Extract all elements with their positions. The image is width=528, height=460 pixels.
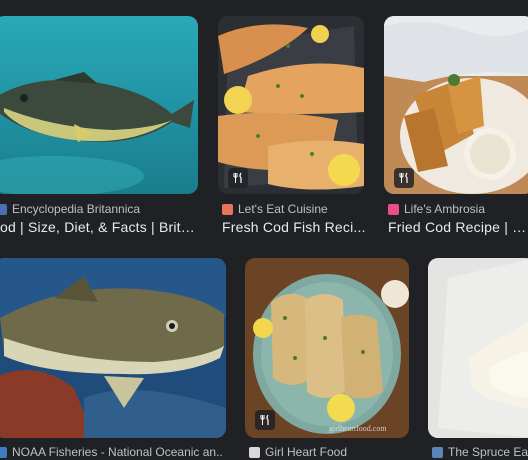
favicon-britannica (0, 203, 7, 215)
favicon-the-spruce-eats (432, 446, 443, 458)
recipe-badge (394, 168, 414, 188)
favicon-lifes-ambrosia (388, 203, 399, 215)
result-image-baked-cod[interactable] (218, 16, 364, 194)
favicon-lets-eat-cuisine (222, 203, 233, 215)
result-image-fried-cod[interactable] (384, 16, 528, 194)
image-watermark: girlheartfood.com (329, 424, 387, 433)
fork-knife-icon (233, 172, 242, 183)
result-image-raw-cod[interactable] (428, 258, 528, 438)
result-image-cod-reef[interactable] (0, 258, 226, 438)
recipe-badge (228, 168, 248, 188)
result-image-baked-cod-plate[interactable]: girlheartfood.com (245, 258, 409, 438)
fork-knife-icon (399, 172, 408, 183)
result-source[interactable]: Encyclopedia Britannica (12, 202, 140, 216)
result-source[interactable]: Let's Eat Cuisine (238, 202, 328, 216)
result-title[interactable]: Fried Cod Recipe | L... (388, 219, 528, 237)
result-source[interactable]: NOAA Fisheries - National Oceanic an... (12, 445, 222, 459)
fork-knife-icon (260, 414, 269, 425)
favicon-girl-heart-food (249, 446, 260, 458)
result-source[interactable]: Life's Ambrosia (404, 202, 485, 216)
result-title[interactable]: Fresh Cod Fish Reci... (222, 219, 368, 237)
recipe-badge (255, 410, 275, 430)
result-title[interactable]: od | Size, Diet, & Facts | Brita... (0, 219, 196, 237)
result-source[interactable]: Girl Heart Food (265, 445, 347, 459)
favicon-noaa (0, 446, 7, 458)
result-source[interactable]: The Spruce Ea (448, 445, 528, 459)
result-image-cod-underwater[interactable] (0, 16, 198, 194)
